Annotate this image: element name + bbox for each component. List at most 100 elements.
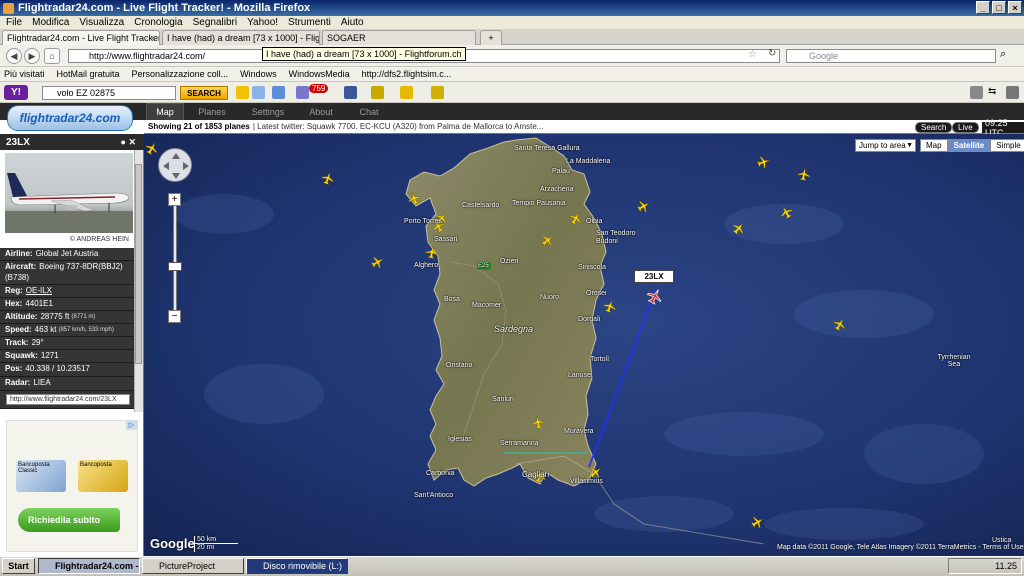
info-row-reg: Reg: OE-ILX xyxy=(0,285,134,298)
aircraft-code-value: (B738) xyxy=(5,272,30,282)
twitter-ticker[interactable]: | Latest twitter: Squawk 7700. EC-KCU (A… xyxy=(253,122,544,131)
menu-strumenti[interactable]: Strumenti xyxy=(288,17,331,28)
card2-label: Bancoposta xyxy=(80,462,112,468)
tab-flightradar[interactable]: Flightradar24.com - Live Flight Tracker!… xyxy=(2,30,160,45)
fr24-tab-map[interactable]: Map xyxy=(146,103,184,120)
mail-icon[interactable] xyxy=(272,86,285,99)
speed-value: 463 kt xyxy=(34,324,57,334)
home-icon[interactable]: ⌂ xyxy=(44,48,60,64)
speed-label: Speed: xyxy=(5,324,32,334)
map-copyright[interactable]: Map data ©2011 Google, Tele Atlas Imager… xyxy=(777,544,1024,551)
reg-link[interactable]: OE-ILX xyxy=(26,286,52,296)
fr24-search-button[interactable]: Search xyxy=(915,122,953,133)
back-button[interactable]: ◀ xyxy=(6,48,22,64)
forward-button[interactable]: ▶ xyxy=(24,48,40,64)
bookmark-item[interactable]: Windows xyxy=(240,69,277,79)
map-label: Ozieri xyxy=(500,258,519,265)
url-text: http://www.flightradar24.com/ xyxy=(89,51,206,61)
map-type-simple[interactable]: Simple xyxy=(990,139,1024,152)
zoom-track[interactable] xyxy=(173,193,177,323)
maximize-button[interactable]: □ xyxy=(992,1,1006,14)
reload-icon[interactable]: ↻ xyxy=(768,48,776,59)
menu-modifica[interactable]: Modifica xyxy=(32,17,69,28)
web-search-input[interactable]: Google xyxy=(786,49,996,63)
close-tab-icon[interactable]: × xyxy=(151,33,156,43)
adchoices-icon[interactable]: ▷ xyxy=(126,420,137,430)
reg-label: Reg: xyxy=(5,285,23,295)
tray-clock[interactable]: 11.25 xyxy=(995,561,1017,571)
bookmark-item[interactable]: Personalizzazione coll... xyxy=(132,69,229,79)
yahoo-search-button[interactable]: SEARCH xyxy=(180,86,228,100)
zoom-in-button[interactable]: + xyxy=(168,193,181,206)
games-icon[interactable] xyxy=(371,86,384,99)
search-icon[interactable]: ⌕ xyxy=(1000,48,1006,61)
zoom-slider-handle[interactable] xyxy=(168,262,182,271)
menu-segnalibri[interactable]: Segnalibri xyxy=(193,17,237,28)
bookmarks-bar: Più visitati HotMail gratuita Personaliz… xyxy=(0,67,1024,82)
info-row-pos: Pos: 40.338 / 10.23517 xyxy=(0,363,134,377)
map-label: Muravera xyxy=(564,428,594,435)
bookmark-tool-icon[interactable] xyxy=(252,86,265,99)
jump-to-area-select[interactable]: Jump to area ▼ xyxy=(855,139,916,152)
bookmark-item[interactable]: http://dfs2.flightsim.c... xyxy=(362,69,452,79)
aircraft-permalink[interactable]: http://www.flightradar24.com/23LX xyxy=(6,394,130,405)
pos-label: Pos: xyxy=(5,364,23,374)
fr24-tab-settings[interactable]: Settings xyxy=(240,103,296,120)
map-label: Villasimius xyxy=(570,478,603,485)
highway-label: E25 xyxy=(478,263,489,269)
bookmark-star-icon[interactable]: ☆ xyxy=(748,49,757,60)
tab-sogaer[interactable]: SOGAER xyxy=(322,30,476,45)
panel-controls-icon[interactable]: ● ✕ xyxy=(121,137,136,148)
plane-count-text: Showing 21 of 1853 planes xyxy=(148,122,250,131)
tab-label: SOGAER xyxy=(327,33,366,43)
start-button[interactable]: Start xyxy=(2,558,35,574)
yahoo-logo[interactable]: Y! xyxy=(4,85,28,100)
yahoo-tool-icon[interactable] xyxy=(236,86,249,99)
chevron-down-icon: ▼ xyxy=(906,142,913,149)
map-label: Sanluri xyxy=(492,396,514,403)
toolbar-menu-icon[interactable] xyxy=(970,86,983,99)
tab-flightforum[interactable]: I have (had) a dream [73 x 1000] - Fligh… xyxy=(162,30,320,45)
weather-icon[interactable] xyxy=(296,86,309,99)
pan-control[interactable] xyxy=(158,148,192,182)
answers-icon[interactable] xyxy=(431,86,444,99)
fr24-live-button[interactable]: Live xyxy=(952,122,979,133)
menu-yahoo[interactable]: Yahoo! xyxy=(247,17,278,28)
menu-cronologia[interactable]: Cronologia xyxy=(134,17,182,28)
map-label: La Maddalena xyxy=(566,158,611,165)
pencil-icon[interactable] xyxy=(1006,86,1019,99)
card-image-1: Bancoposta Classic xyxy=(16,460,66,492)
map-type-map[interactable]: Map xyxy=(920,139,948,152)
taskbar-item-pictureproject[interactable]: PictureProject xyxy=(142,558,244,574)
bookmark-item[interactable]: Più visitati xyxy=(4,69,45,79)
new-tab-button[interactable]: + xyxy=(480,30,502,45)
menu-aiuto[interactable]: Aiuto xyxy=(341,17,364,28)
fr24-tab-about[interactable]: About xyxy=(298,103,344,120)
map-type-satellite[interactable]: Satellite xyxy=(947,139,991,152)
fr24-logo[interactable]: flightradar24.com xyxy=(8,106,132,130)
track-value: 29° xyxy=(31,337,44,347)
utc-clock: 09:25 UTC xyxy=(982,118,1024,138)
taskbar-item-firefox[interactable]: Flightradar24.com - Li... xyxy=(38,558,140,574)
fr24-tab-chat[interactable]: Chat xyxy=(346,103,392,120)
fr24-tab-planes[interactable]: Planes xyxy=(186,103,238,120)
menu-file[interactable]: File xyxy=(6,17,22,28)
ad-cta-button[interactable]: Richiedila subito xyxy=(18,508,120,532)
zoom-out-button[interactable]: − xyxy=(168,310,181,323)
aircraft-photo-art xyxy=(5,173,133,233)
minimize-button[interactable]: _ xyxy=(976,1,990,14)
yahoo-search-input[interactable]: volo EZ 02875 xyxy=(42,86,176,100)
bookmark-item[interactable]: WindowsMedia xyxy=(289,69,350,79)
facebook-icon[interactable] xyxy=(344,86,357,99)
menu-visualizza[interactable]: Visualizza xyxy=(79,17,124,28)
sidebar-scroll-thumb[interactable] xyxy=(135,164,142,364)
callsign-title: 23LX xyxy=(6,136,30,148)
taskbar-item-removable-disk[interactable]: Disco rimovibile (L:) xyxy=(246,558,348,574)
swap-icon[interactable]: ⇆ xyxy=(988,86,1001,99)
messenger-icon[interactable] xyxy=(400,86,413,99)
close-button[interactable]: × xyxy=(1008,1,1022,14)
satellite-map[interactable] xyxy=(144,134,1024,556)
map-label: Nuoro xyxy=(540,294,560,301)
bookmark-item[interactable]: HotMail gratuita xyxy=(57,69,120,79)
google-logo[interactable]: Google xyxy=(150,536,195,551)
